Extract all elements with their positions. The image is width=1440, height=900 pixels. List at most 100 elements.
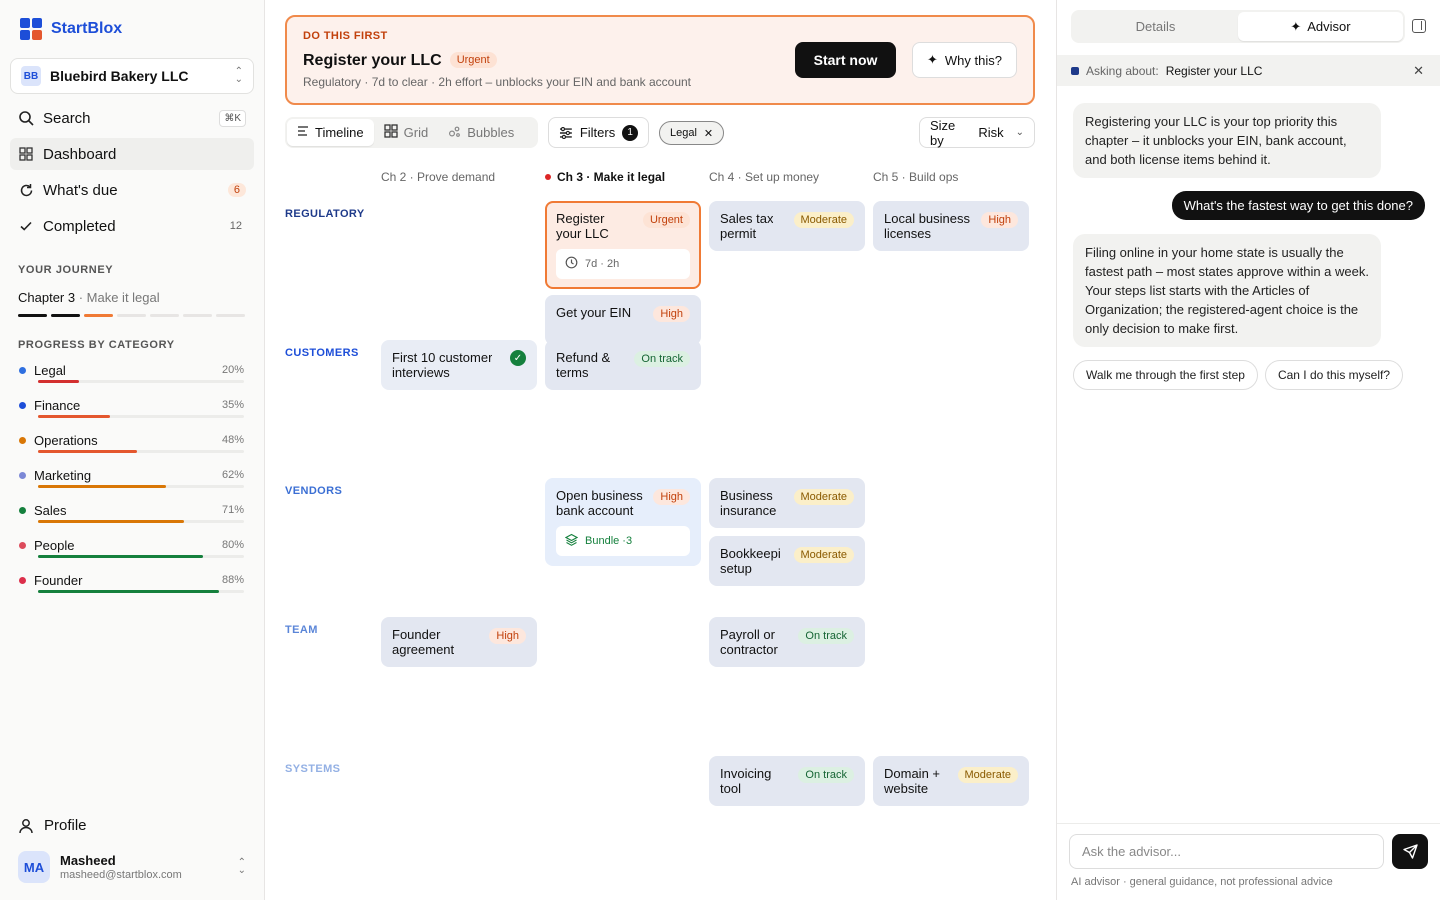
banner-title-text: Register your LLC xyxy=(303,52,442,69)
category-percent: 71% xyxy=(221,504,244,516)
status-badge: Moderate xyxy=(793,547,854,563)
journey-step xyxy=(117,314,146,317)
task-card[interactable]: First 10 customer interviews ✓ xyxy=(381,340,537,390)
task-card[interactable]: Get your EIN High xyxy=(545,295,701,345)
category-progress-fill xyxy=(38,590,220,593)
category-progress-list: Legal 20% Finance 35% Operations 48% Marketing… xyxy=(10,360,254,605)
task-card[interactable]: Payroll or contractor On track xyxy=(709,617,865,667)
task-card[interactable]: Refund & terms On track xyxy=(545,340,701,390)
journey-chapter-subtitle: · Make it legal xyxy=(78,290,160,305)
view-tab-grid[interactable]: Grid xyxy=(374,119,439,146)
status-badge: High xyxy=(981,212,1018,228)
category-dot xyxy=(19,402,26,409)
category-progress-track xyxy=(38,415,244,418)
collapse-panel-icon[interactable] xyxy=(1412,19,1426,33)
view-tab-label: Timeline xyxy=(315,125,364,140)
category-row[interactable]: Finance 35% xyxy=(18,395,254,430)
advisor-input[interactable]: Ask the advisor... xyxy=(1069,834,1384,869)
size-by-select[interactable]: Size by Risk ⌄ xyxy=(919,117,1035,148)
panel-tabs: Details ✦ Advisor xyxy=(1071,10,1405,43)
card-title: First 10 customer interviews xyxy=(392,350,493,380)
journey-chapter[interactable]: Chapter 3 · Make it legal xyxy=(10,290,254,305)
category-name: Operations xyxy=(34,433,98,448)
status-badge: Urgent xyxy=(642,212,690,228)
view-tab-timeline[interactable]: Timeline xyxy=(287,119,374,146)
view-tab-bubbles[interactable]: Bubbles xyxy=(438,119,524,146)
start-now-button[interactable]: Start now xyxy=(795,42,896,78)
current-chapter-dot xyxy=(545,174,551,180)
status-badge: High xyxy=(489,628,526,644)
category-dot xyxy=(19,577,26,584)
user-email: masheed@startblox.com xyxy=(60,869,182,881)
sidebar-item-search[interactable]: Search ⌘K xyxy=(10,102,254,134)
card-title: Invoicing tool xyxy=(720,766,772,796)
profile-link[interactable]: Profile xyxy=(18,817,87,834)
search-icon xyxy=(18,110,34,126)
task-card[interactable]: Register your LLC Urgent 7d · 2h xyxy=(545,201,701,289)
list-icon xyxy=(297,125,309,140)
task-card[interactable]: Business insurance Moderate xyxy=(709,478,865,528)
send-button[interactable] xyxy=(1392,834,1428,869)
category-name: Finance xyxy=(34,398,81,413)
sidebar-item-completed[interactable]: Completed 12 xyxy=(10,210,254,242)
task-card[interactable]: Founder agreement High xyxy=(381,617,537,667)
suggestion-chip[interactable]: Walk me through the first step xyxy=(1073,360,1258,390)
category-percent: 48% xyxy=(221,434,244,446)
category-row[interactable]: Operations 48% xyxy=(18,430,254,465)
status-badge: Moderate xyxy=(957,767,1018,783)
category-row[interactable]: Marketing 62% xyxy=(18,465,254,500)
sidebar: StartBlox BB Bluebird Bakery LLC ⌃ ⌄ Sear… xyxy=(0,0,265,900)
sidebar-item-dashboard[interactable]: Dashboard xyxy=(10,138,254,170)
task-card[interactable]: Sales tax permit Moderate xyxy=(709,201,865,251)
advisor-panel: Details ✦ Advisor Asking about: Register y… xyxy=(1056,0,1440,900)
category-row[interactable]: Founder 88% xyxy=(18,570,254,605)
shortcut-hint: ⌘K xyxy=(219,109,246,127)
tab-advisor[interactable]: ✦ Advisor xyxy=(1238,12,1403,41)
category-row[interactable]: Sales 71% xyxy=(18,500,254,535)
close-icon[interactable]: ✕ xyxy=(704,127,713,140)
card-header: Bookkeepi setup Moderate xyxy=(720,546,854,576)
filter-chip-legal[interactable]: Legal ✕ xyxy=(659,121,725,145)
brand[interactable]: StartBlox xyxy=(10,0,254,58)
category-row[interactable]: Legal 20% xyxy=(18,360,254,395)
task-card[interactable]: Invoicing tool On track xyxy=(709,756,865,806)
why-this-button[interactable]: ✦ Why this? xyxy=(912,42,1017,78)
category-progress-track xyxy=(38,555,244,558)
status-badge: On track xyxy=(798,767,854,783)
company-switcher[interactable]: BB Bluebird Bakery LLC ⌃ ⌄ xyxy=(10,58,254,94)
task-card[interactable]: Bookkeepi setup Moderate xyxy=(709,536,865,586)
sidebar-item-what-s-due[interactable]: What's due 6 xyxy=(10,174,254,206)
card-meta-text: Bundle ·3 xyxy=(585,535,633,547)
refresh-icon xyxy=(18,182,34,198)
journey-step xyxy=(84,314,113,317)
category-dot xyxy=(19,367,26,374)
tab-details[interactable]: Details xyxy=(1073,12,1238,41)
sliders-icon xyxy=(559,126,572,139)
close-icon[interactable]: ✕ xyxy=(1413,63,1424,79)
bubbles-icon xyxy=(448,125,461,141)
brand-name: StartBlox xyxy=(51,20,123,37)
sidebar-item-label: Dashboard xyxy=(43,145,117,163)
filters-button[interactable]: Filters 1 xyxy=(548,117,649,148)
context-marker xyxy=(1071,66,1079,75)
checkmark-icon: ✓ xyxy=(510,350,526,366)
journey-step xyxy=(150,314,179,317)
category-name: Sales xyxy=(34,503,67,518)
task-card[interactable]: Domain + website Moderate xyxy=(873,756,1029,806)
status-badge: High xyxy=(653,306,690,322)
user-menu[interactable]: MA Masheed masheed@startblox.com ⌃ ⌄ xyxy=(18,846,246,888)
journey-step xyxy=(216,314,245,317)
view-tab-label: Bubbles xyxy=(467,125,515,140)
send-icon xyxy=(1402,844,1418,859)
tab-label: Details xyxy=(1135,19,1176,34)
card-meta: Bundle ·3 xyxy=(556,526,690,556)
count-badge: 12 xyxy=(229,220,242,232)
category-dot xyxy=(19,507,26,514)
card-header: Business insurance Moderate xyxy=(720,488,854,518)
suggestion-chip[interactable]: Can I do this myself? xyxy=(1264,360,1404,390)
card-header: Founder agreement High xyxy=(392,627,526,657)
category-row[interactable]: People 80% xyxy=(18,535,254,570)
chevron-updown-icon: ⌃ ⌄ xyxy=(234,66,243,85)
task-card[interactable]: Open business bank account High Bundle ·3 xyxy=(545,478,701,566)
task-card[interactable]: Local business licenses High xyxy=(873,201,1029,251)
